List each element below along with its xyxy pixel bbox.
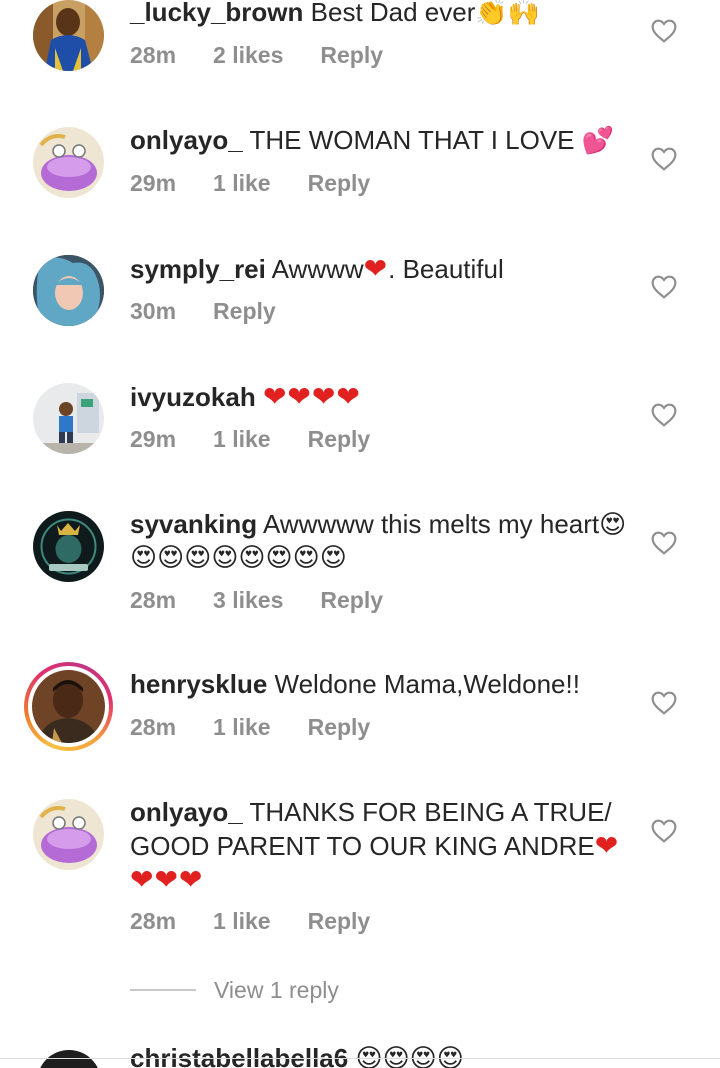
comment-item-partial: christabellabella6 😍😍😍😍 <box>0 1040 720 1068</box>
heart-emojis: ❤❤❤❤ <box>262 381 361 412</box>
comment-text: ivyuzokah ❤❤❤❤ <box>130 380 630 414</box>
comment-body: Awwwww this melts my heart <box>262 509 600 539</box>
reply-button[interactable]: Reply <box>213 298 276 325</box>
comment-time: 28m <box>130 42 177 68</box>
heart-outline-icon[interactable] <box>651 403 677 427</box>
avatar <box>32 670 105 743</box>
comment-body: Weldone Mama,Weldone!! <box>274 669 580 699</box>
heart-emoji: ❤ <box>363 253 389 284</box>
avatar[interactable] <box>33 799 104 870</box>
bottom-divider <box>0 1058 720 1059</box>
comment-username[interactable]: ivyuzokah <box>130 382 256 412</box>
comment-emoji: 👏🙌 <box>475 0 541 27</box>
comment-body: Best Dad ever <box>310 0 476 27</box>
comment-meta: 29m 1 like Reply <box>130 170 407 197</box>
comment-meta: 28m 1 like Reply <box>130 908 407 935</box>
comment-time: 30m <box>130 298 177 324</box>
comment-text: syvanking Awwwww this melts my heart😍😍😍😍… <box>130 508 630 574</box>
comment-text: henrysklue Weldone Mama,Weldone!! <box>130 668 630 701</box>
reply-button[interactable]: Reply <box>308 908 371 935</box>
comment-time: 29m <box>130 170 177 196</box>
comment-meta: 28m 3 likes Reply <box>130 587 420 614</box>
view-replies-label: View 1 reply <box>214 976 339 1003</box>
comment-body: Awwww <box>271 254 364 284</box>
heart-outline-icon[interactable] <box>651 531 677 555</box>
heart-emoji: ❤ <box>594 830 620 861</box>
comment-meta: 29m 1 like Reply <box>130 426 407 453</box>
comment-username[interactable]: christabellabella6 <box>130 1043 348 1068</box>
comment-text: _lucky_brown Best Dad ever👏🙌 <box>130 0 630 29</box>
avatar[interactable] <box>33 255 104 326</box>
comment-text: onlyayo_ THE WOMAN THAT I LOVE 💕 <box>130 124 630 157</box>
view-replies-button[interactable]: View 1 reply <box>130 975 339 1005</box>
comment-body: THE WOMAN THAT I LOVE <box>249 125 575 155</box>
view-replies-divider <box>130 989 196 991</box>
heart-outline-icon[interactable] <box>651 691 677 715</box>
comment-likes[interactable]: 1 like <box>213 908 271 935</box>
avatar[interactable] <box>33 0 104 71</box>
heart-emojis: ❤❤❤ <box>130 864 204 895</box>
comment-emoji: 💕 <box>581 125 615 155</box>
comment-meta: 28m 2 likes Reply <box>130 42 420 69</box>
comment-text: christabellabella6 😍😍😍😍 <box>130 1042 464 1068</box>
comment-likes[interactable]: 3 likes <box>213 587 283 614</box>
heart-outline-icon[interactable] <box>651 819 677 843</box>
heart-outline-icon[interactable] <box>651 19 677 43</box>
comment-time: 28m <box>130 908 177 934</box>
comment-username[interactable]: onlyayo_ <box>130 797 243 827</box>
comment-meta: 28m 1 like Reply <box>130 714 407 741</box>
comment-username[interactable]: onlyayo_ <box>130 125 243 155</box>
comment-body-continued: . Beautiful <box>388 254 504 284</box>
reply-button[interactable]: Reply <box>320 42 383 69</box>
avatar[interactable] <box>37 1050 101 1068</box>
heart-outline-icon[interactable] <box>651 275 677 299</box>
comment-time: 28m <box>130 714 177 740</box>
avatar[interactable] <box>33 511 104 582</box>
reply-button[interactable]: Reply <box>308 714 371 741</box>
comment-meta: 30m Reply <box>130 298 313 325</box>
comment-time: 29m <box>130 426 177 452</box>
comment-likes[interactable]: 1 like <box>213 714 271 741</box>
comment-likes[interactable]: 1 like <box>213 426 271 453</box>
comment-username[interactable]: _lucky_brown <box>130 0 303 27</box>
comment-emoji: 😍😍😍😍 <box>355 1043 464 1068</box>
comment-likes[interactable]: 2 likes <box>213 42 283 69</box>
comment-username[interactable]: symply_rei <box>130 254 266 284</box>
avatar[interactable] <box>33 127 104 198</box>
comment-username[interactable]: syvanking <box>130 509 257 539</box>
avatar[interactable] <box>33 383 104 454</box>
comment-text: onlyayo_ THANKS FOR BEING A TRUE/ GOOD P… <box>130 796 630 897</box>
reply-button[interactable]: Reply <box>308 426 371 453</box>
comment-time: 28m <box>130 587 177 613</box>
reply-button[interactable]: Reply <box>308 170 371 197</box>
heart-outline-icon[interactable] <box>651 147 677 171</box>
comment-username[interactable]: henrysklue <box>130 669 267 699</box>
avatar-story-ring[interactable] <box>24 662 113 751</box>
comment-likes[interactable]: 1 like <box>213 170 271 197</box>
reply-button[interactable]: Reply <box>320 587 383 614</box>
comment-text: symply_rei Awwww❤. Beautiful <box>130 252 630 286</box>
